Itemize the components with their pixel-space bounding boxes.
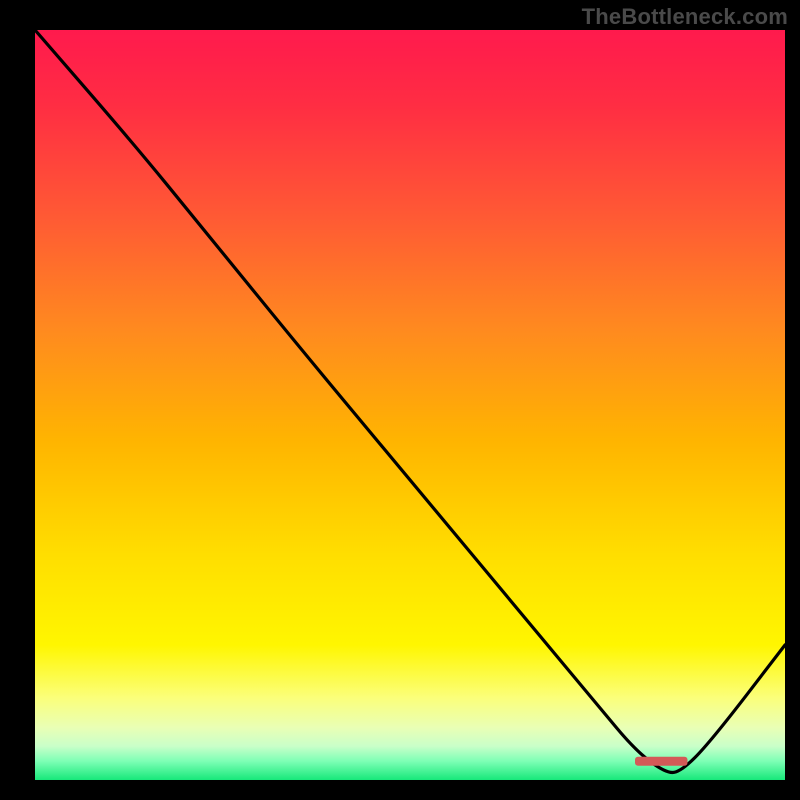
plot-background bbox=[35, 30, 785, 780]
bottleneck-chart bbox=[0, 0, 800, 800]
optimal-range-marker bbox=[635, 757, 688, 766]
chart-stage: TheBottleneck.com bbox=[0, 0, 800, 800]
